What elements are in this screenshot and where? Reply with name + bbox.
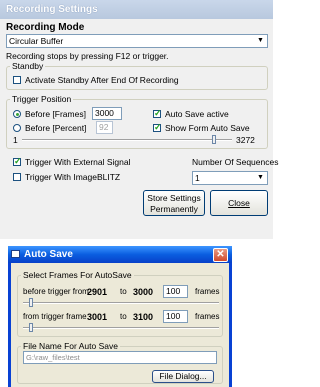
after-to-label: to <box>120 312 127 321</box>
auto-save-title-bar[interactable]: Auto Save <box>8 246 232 263</box>
recording-mode-label: Recording Mode <box>6 22 85 33</box>
before-frames-label: Before [Frames] <box>25 109 86 119</box>
after-slider-thumb[interactable] <box>29 323 33 332</box>
sequences-label: Number Of Sequences <box>192 157 279 167</box>
auto-save-title: Auto Save <box>24 249 73 260</box>
standby-group-label: Standby <box>10 61 46 71</box>
auto-save-active-label: Auto Save active <box>165 109 229 119</box>
trigger-external-checkbox[interactable] <box>13 156 22 166</box>
before-percent-label: Before [Percent] <box>25 123 87 133</box>
store-settings-label-line2: Permanently <box>150 204 198 214</box>
show-form-auto-save-checkbox[interactable] <box>153 122 162 132</box>
sequences-value: 1 <box>195 173 200 183</box>
trigger-position-group-label: Trigger Position <box>10 94 74 104</box>
chevron-down-icon[interactable]: ▼ <box>255 36 266 46</box>
before-trigger-label: before trigger from <box>23 287 89 296</box>
after-slider-track <box>23 327 219 329</box>
trigger-slider-track <box>22 139 232 141</box>
window-icon <box>11 250 20 258</box>
trigger-slider-max: 3272 <box>236 135 255 145</box>
file-name-input[interactable]: G:\raw_files\test <box>23 351 217 364</box>
chevron-down-icon[interactable]: ▼ <box>255 173 266 183</box>
show-form-auto-save-label: Show Form Auto Save <box>165 123 250 133</box>
recording-info-text: Recording stops by pressing F12 or trigg… <box>6 51 169 61</box>
select-frames-group-label: Select Frames For AutoSave <box>21 270 134 280</box>
activate-standby-label: Activate Standby After End Of Recording <box>25 75 179 85</box>
file-name-group-label: File Name For Auto Save <box>21 341 120 351</box>
before-from-value: 2901 <box>87 287 108 297</box>
close-icon[interactable]: ✕ <box>213 248 228 262</box>
trigger-slider-thumb[interactable] <box>212 135 216 144</box>
before-frames-radio[interactable] <box>13 110 21 118</box>
activate-standby-checkbox[interactable] <box>13 76 21 84</box>
from-trigger-label: from trigger frame <box>23 312 87 321</box>
auto-save-active-checkbox[interactable] <box>153 108 162 118</box>
before-to-value: 3000 <box>133 287 154 297</box>
before-percent-input[interactable]: 92 <box>96 121 113 134</box>
store-settings-label-line1: Store Settings <box>147 193 201 203</box>
recording-mode-select[interactable]: Circular Buffer ▼ <box>6 34 268 48</box>
trigger-slider-min: 1 <box>13 135 18 145</box>
before-frames-input[interactable]: 3000 <box>92 107 122 120</box>
store-settings-button[interactable]: Store Settings Permanently <box>143 190 205 216</box>
recording-mode-value: Circular Buffer <box>9 36 64 46</box>
trigger-position-slider[interactable] <box>22 134 232 146</box>
trigger-imageblitz-label: Trigger With ImageBLITZ <box>25 172 121 182</box>
trigger-imageblitz-checkbox[interactable] <box>13 173 21 181</box>
before-slider-track <box>23 302 219 304</box>
recording-settings-title[interactable]: Recording Settings <box>0 0 273 19</box>
file-dialog-button[interactable]: File Dialog... <box>152 370 214 383</box>
before-trigger-slider[interactable] <box>23 297 219 309</box>
after-frames-unit: frames <box>195 312 220 321</box>
before-slider-thumb[interactable] <box>29 298 33 307</box>
trigger-external-label: Trigger With External Signal <box>25 157 131 167</box>
after-from-value: 3001 <box>87 312 108 322</box>
close-button[interactable]: Close <box>210 190 268 216</box>
sequences-select[interactable]: 1 ▼ <box>192 171 268 185</box>
after-to-value: 3100 <box>133 312 154 322</box>
from-trigger-slider[interactable] <box>23 322 219 334</box>
before-percent-radio[interactable] <box>13 124 21 132</box>
before-frames-unit: frames <box>195 287 220 296</box>
before-to-label: to <box>120 287 127 296</box>
